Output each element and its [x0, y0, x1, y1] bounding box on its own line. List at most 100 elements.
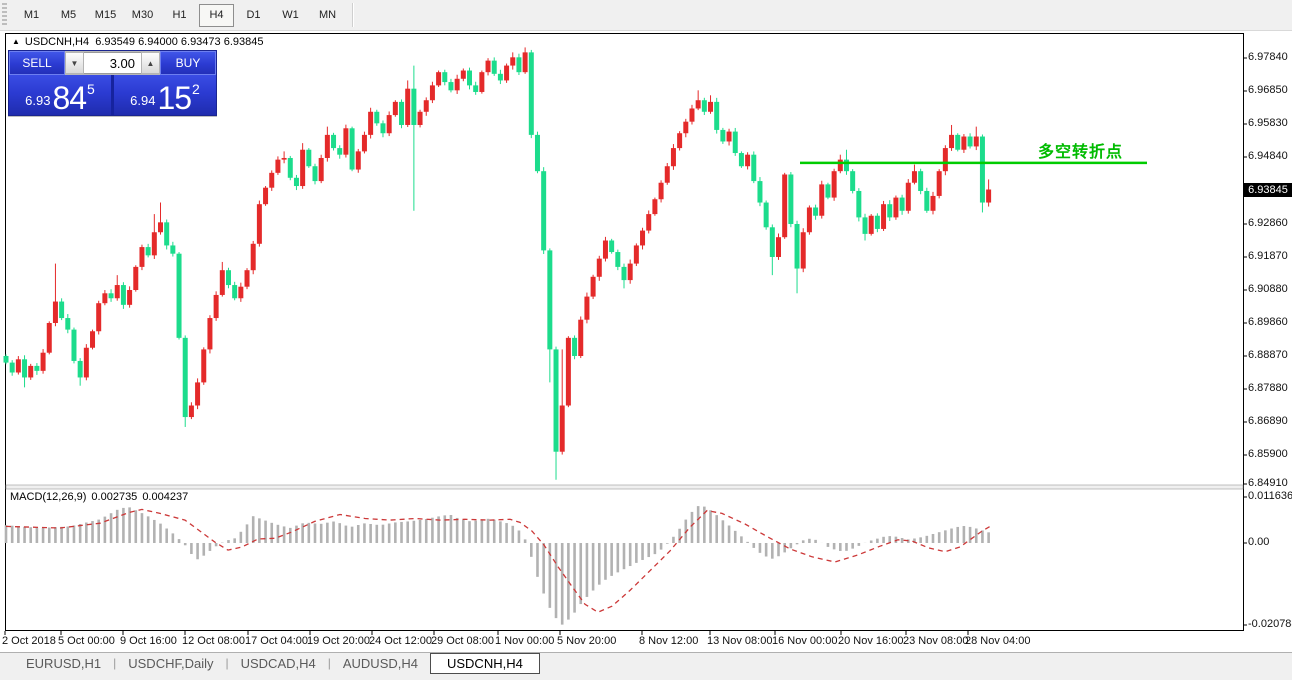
candle-down — [615, 252, 620, 267]
candle-down — [442, 72, 447, 82]
candle-up — [745, 155, 750, 167]
chart-tab-audusd-h4[interactable]: AUDUSD,H4 — [331, 654, 430, 673]
candle-up — [300, 150, 305, 186]
candle-up — [634, 245, 639, 263]
pane-separator[interactable] — [6, 485, 1243, 489]
timeframe-button-m5[interactable]: M5 — [51, 4, 86, 27]
chart-tab-eurusd-h1[interactable]: EURUSD,H1 — [14, 654, 113, 673]
time-axis-label: 5 Oct 00:00 — [58, 635, 115, 647]
chart-tab-usdchf-daily[interactable]: USDCHF,Daily — [116, 654, 225, 673]
candle-up — [201, 349, 206, 382]
candle-down — [380, 123, 385, 133]
candle-up — [652, 199, 657, 214]
buy-button[interactable]: BUY — [160, 51, 216, 75]
price-axis-label: 6.86890 — [1248, 415, 1292, 427]
candle-up — [937, 171, 942, 196]
candle-up — [974, 137, 979, 147]
candle-up — [727, 132, 732, 142]
candle-down — [78, 361, 83, 378]
candle-up — [245, 270, 250, 287]
chart-tab-usdcnh-h4[interactable]: USDCNH,H4 — [430, 653, 540, 674]
timeframe-button-m30[interactable]: M30 — [125, 4, 160, 27]
candle-down — [733, 132, 738, 153]
timeframe-button-w1[interactable]: W1 — [273, 4, 308, 27]
price-axis-label: 6.95830 — [1248, 117, 1292, 129]
time-axis-label: 1 Nov 00:00 — [495, 635, 554, 647]
timeframe-button-h1[interactable]: H1 — [162, 4, 197, 27]
candle-up — [486, 61, 491, 73]
candle-up — [708, 102, 713, 112]
candle-up — [207, 318, 212, 349]
timeframe-button-m15[interactable]: M15 — [88, 4, 123, 27]
candle-up — [405, 89, 410, 125]
candle-up — [776, 237, 781, 257]
timeframe-button-mn[interactable]: MN — [310, 4, 345, 27]
candle-up — [282, 158, 287, 160]
timeframe-toolbar: M1M5M15M30H1H4D1W1MN — [0, 0, 1292, 31]
candle-down — [10, 363, 15, 373]
candle-down — [411, 89, 416, 125]
candle-up — [578, 320, 583, 356]
price-axis-label: 6.97840 — [1248, 51, 1292, 63]
sell-quote-button[interactable]: 6.93 84 5 — [9, 75, 111, 115]
candle-up — [628, 264, 633, 281]
candle-down — [22, 359, 27, 377]
candle-down — [374, 112, 379, 124]
time-axis-label: 9 Oct 16:00 — [120, 635, 177, 647]
candle-up — [251, 244, 256, 270]
candle-up — [387, 115, 392, 133]
chart-tab-usdcad-h4[interactable]: USDCAD,H4 — [229, 654, 328, 673]
time-axis-label: 16 Nov 00:00 — [772, 635, 837, 647]
candle-up — [189, 406, 194, 418]
time-axis-label: 8 Nov 12:00 — [639, 635, 698, 647]
macd-axis-label: -0.020788 — [1248, 618, 1292, 630]
ohlc-open: 6.93549 — [95, 36, 135, 48]
price-axis-label: 6.89860 — [1248, 316, 1292, 328]
trade-panel-collapse-icon[interactable]: ▲ — [12, 37, 20, 46]
candle-down — [924, 191, 929, 211]
volume-input[interactable]: 3.00 — [84, 52, 141, 74]
candle-down — [71, 330, 76, 361]
candle-up — [961, 137, 966, 150]
chart-ohlc-header: ▲USDCNH,H4 6.93549 6.94000 6.93473 6.938… — [12, 36, 263, 48]
price-axis-label: 6.88870 — [1248, 349, 1292, 361]
price-axis-label: 6.92860 — [1248, 217, 1292, 229]
candle-up — [893, 198, 898, 218]
mt4-terminal: { "toolbar": { "timeframes": ["M1","M5",… — [0, 0, 1292, 679]
candle-down — [516, 57, 521, 72]
candle-up — [195, 382, 200, 405]
candle-down — [34, 366, 39, 371]
sell-button[interactable]: SELL — [9, 51, 65, 75]
candle-up — [479, 72, 484, 92]
time-axis-label: 12 Oct 08:00 — [182, 635, 245, 647]
candle-up — [455, 79, 460, 91]
volume-increase-icon[interactable]: ▲ — [141, 52, 160, 74]
candle-down — [535, 135, 540, 171]
buy-quote-button[interactable]: 6.94 15 2 — [114, 75, 216, 115]
toolbar-grip-handle[interactable] — [2, 3, 7, 27]
candle-up — [584, 297, 589, 320]
candle-up — [591, 277, 596, 297]
timeframe-button-h4[interactable]: H4 — [199, 4, 234, 27]
candle-up — [263, 188, 268, 205]
candle-down — [875, 216, 880, 229]
candle-up — [560, 406, 565, 452]
candle-up — [646, 214, 651, 231]
candle-down — [702, 100, 707, 112]
candle-down — [622, 267, 627, 280]
candle-down — [918, 171, 923, 191]
candle-up — [523, 52, 528, 72]
candle-up — [461, 71, 466, 79]
volume-stepper: ▼ 3.00 ▲ — [65, 51, 160, 75]
time-axis-label: 13 Nov 08:00 — [707, 635, 772, 647]
candle-up — [677, 133, 682, 148]
candle-up — [28, 366, 33, 378]
volume-decrease-icon[interactable]: ▼ — [65, 52, 84, 74]
candle-down — [844, 160, 849, 172]
timeframe-button-d1[interactable]: D1 — [236, 4, 271, 27]
candle-down — [863, 217, 868, 234]
candle-down — [795, 224, 800, 269]
candle-down — [337, 148, 342, 155]
timeframe-button-m1[interactable]: M1 — [14, 4, 49, 27]
candle-up — [603, 240, 608, 258]
